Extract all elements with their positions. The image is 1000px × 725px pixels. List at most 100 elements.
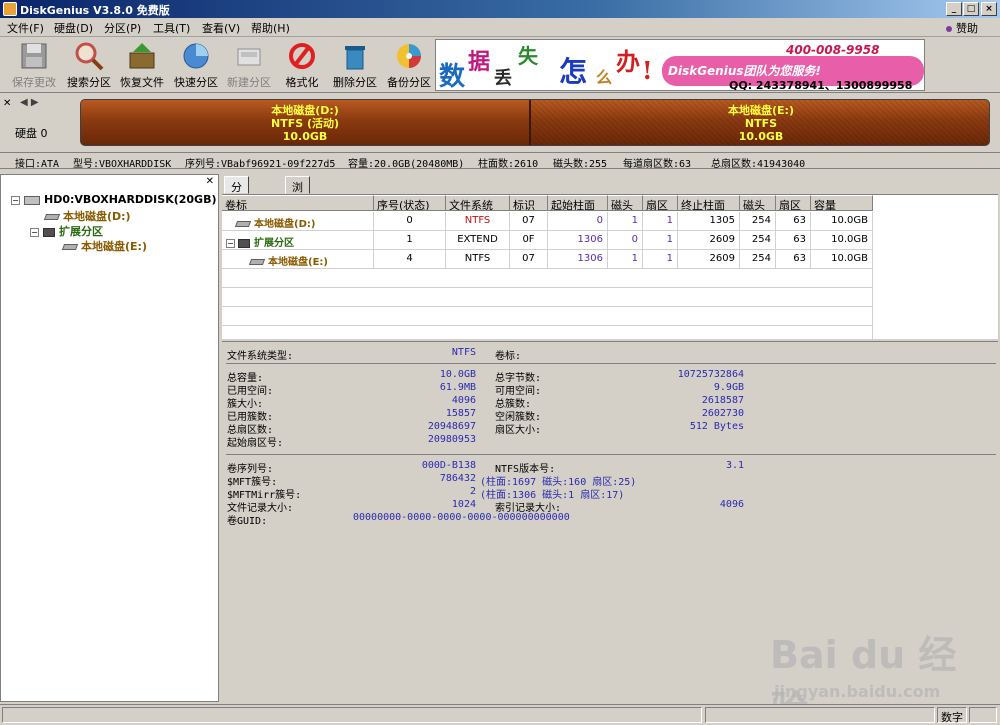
- col-id[interactable]: 标识: [510, 195, 548, 211]
- disk-capacity: 容量:20.0GB(20480MB): [348, 159, 465, 170]
- cell-filesystem: NTFS: [446, 250, 510, 269]
- col-end-cylinder[interactable]: 终止柱面: [678, 195, 740, 211]
- menu-help[interactable]: 帮助(H): [248, 20, 293, 36]
- partition-table: 卷标 序号(状态) 文件系统 标识 起始柱面 磁头 扇区 终止柱面 磁头 扇区 …: [222, 194, 998, 340]
- fs-type-value: NTFS: [451, 347, 476, 358]
- partition-icon: [61, 244, 79, 250]
- ntfs-version-value: 3.1: [725, 460, 744, 471]
- new-partition-button[interactable]: 新建分区: [221, 41, 277, 91]
- backup-disc-icon: [394, 41, 424, 71]
- extended-partition-icon: [238, 238, 250, 248]
- cell-end-head: 254: [740, 212, 776, 231]
- collapse-icon[interactable]: −: [11, 195, 20, 205]
- table-row-volume-d[interactable]: 本地磁盘(D:): [222, 212, 374, 231]
- recover-files-button[interactable]: 恢复文件: [114, 41, 170, 91]
- sponsor-link[interactable]: 赞助: [946, 20, 978, 36]
- app-icon: [3, 2, 17, 16]
- partition-bar: 本地磁盘(D:) NTFS (活动) 10.0GB 本地磁盘(E:) NTFS …: [80, 99, 990, 146]
- col-start-head[interactable]: 磁头: [608, 195, 643, 211]
- disk-nav-arrows[interactable]: ◀ ▶: [20, 97, 39, 108]
- close-icon[interactable]: ✕: [3, 98, 11, 109]
- cell-start-head: 1: [608, 212, 643, 231]
- status-bar: 数字: [0, 704, 1000, 725]
- menu-file[interactable]: 文件(F): [4, 20, 47, 36]
- cell-start-sector: 1: [643, 231, 678, 250]
- index-record-size-value: 4096: [719, 499, 744, 510]
- disk-model: 型号:VBOXHARDDISK: [73, 159, 172, 170]
- col-capacity[interactable]: 容量: [811, 195, 873, 211]
- backup-partition-button[interactable]: 备份分区: [381, 41, 437, 91]
- maximize-button[interactable]: □: [963, 2, 979, 16]
- disk-interface: 接口:ATA: [15, 159, 60, 170]
- advert-banner[interactable]: 数 据 丢 失 怎 么 办 ! DiskGenius团队为您服务! 400-00…: [435, 39, 925, 91]
- tab-browse-files[interactable]: 浏览文件: [285, 176, 310, 242]
- tab-partition-params[interactable]: 分区参数: [224, 176, 249, 242]
- minimize-button[interactable]: _: [946, 2, 962, 16]
- separator: [226, 363, 996, 364]
- tree-node-extended[interactable]: − 扩展分区: [30, 223, 103, 239]
- menu-view[interactable]: 查看(V): [199, 20, 243, 36]
- start-sector-value: 20980953: [427, 434, 476, 445]
- menu-disk[interactable]: 硬盘(D): [51, 20, 96, 36]
- numlock-indicator: 数字: [937, 707, 967, 724]
- col-start-cylinder[interactable]: 起始柱面: [548, 195, 608, 211]
- tree-node-volume-e[interactable]: 本地磁盘(E:): [61, 238, 147, 254]
- cell-end-head: 254: [740, 231, 776, 250]
- disk-heads: 磁头数:255: [553, 159, 608, 170]
- menu-tools[interactable]: 工具(T): [150, 20, 193, 36]
- cell-start-head: 1: [608, 250, 643, 269]
- extended-partition-icon: [43, 227, 55, 237]
- sector-size-label: 扇区大小:: [495, 425, 542, 436]
- partition-segment-d[interactable]: 本地磁盘(D:) NTFS (活动) 10.0GB: [81, 100, 529, 145]
- table-row-extended[interactable]: − 扩展分区: [222, 231, 374, 250]
- total-clusters-value: 2618587: [701, 395, 744, 406]
- col-filesystem[interactable]: 文件系统: [446, 195, 510, 211]
- partition-segment-e[interactable]: 本地磁盘(E:) NTFS 10.0GB: [531, 100, 989, 145]
- panel-close-icon[interactable]: ✕: [206, 176, 214, 187]
- cell-capacity: 10.0GB: [811, 231, 873, 250]
- cell-end-cylinder: 2609: [678, 250, 740, 269]
- status-panel-extra: [969, 707, 997, 723]
- collapse-icon[interactable]: −: [30, 227, 39, 237]
- banner-phone: 400-008-9958: [786, 43, 880, 57]
- quick-partition-button[interactable]: 快速分区: [168, 41, 224, 91]
- col-end-head[interactable]: 磁头: [740, 195, 776, 211]
- partition-icon: [234, 221, 252, 227]
- disk-serial: 序列号:VBabf96921-09f227d5: [185, 159, 336, 170]
- title-bar: DiskGenius V3.8.0 免费版 _ □ ×: [0, 0, 1000, 18]
- cell-start-head: 0: [608, 231, 643, 250]
- disk-total-sectors: 总扇区数:41943040: [711, 159, 806, 170]
- cell-start-cylinder: 1306: [548, 231, 608, 250]
- total-capacity-value: 10.0GB: [439, 369, 476, 380]
- cluster-size-value: 4096: [451, 395, 476, 406]
- close-button[interactable]: ×: [981, 2, 997, 16]
- used-space-value: 61.9MB: [439, 382, 476, 393]
- col-start-sector[interactable]: 扇区: [643, 195, 678, 211]
- volume-guid-value: 00000000-0000-0000-0000-000000000000: [353, 512, 570, 523]
- col-volume-label[interactable]: 卷标: [222, 195, 374, 211]
- hard-disk-icon: [24, 195, 40, 205]
- mft-cluster-value: 786432: [439, 473, 476, 484]
- col-index-status[interactable]: 序号(状态): [374, 195, 446, 211]
- col-end-sector[interactable]: 扇区: [776, 195, 811, 211]
- empty-row: [222, 307, 873, 326]
- partition-icon: [43, 214, 61, 220]
- file-record-size-value: 1024: [451, 499, 476, 510]
- cell-index: 4: [374, 250, 446, 269]
- cell-capacity: 10.0GB: [811, 250, 873, 269]
- search-partition-button[interactable]: 搜索分区: [61, 41, 117, 91]
- save-changes-button[interactable]: 保存更改: [6, 41, 62, 91]
- format-button[interactable]: 格式化: [274, 41, 330, 91]
- cell-capacity: 10.0GB: [811, 212, 873, 231]
- cell-end-sector: 63: [776, 231, 811, 250]
- tree-node-volume-d[interactable]: 本地磁盘(D:): [43, 208, 131, 224]
- table-row-volume-e[interactable]: 本地磁盘(E:): [222, 250, 374, 269]
- total-bytes-value: 10725732864: [677, 369, 744, 380]
- sponsor-icon: [946, 26, 952, 32]
- menu-partition[interactable]: 分区(P): [101, 20, 144, 36]
- window-title: DiskGenius V3.8.0 免费版: [20, 4, 170, 17]
- delete-partition-button[interactable]: 删除分区: [327, 41, 383, 91]
- empty-row: [222, 269, 873, 288]
- tree-node-disk[interactable]: − HD0:VBOXHARDDISK(20GB): [11, 193, 217, 206]
- collapse-icon[interactable]: −: [226, 239, 235, 248]
